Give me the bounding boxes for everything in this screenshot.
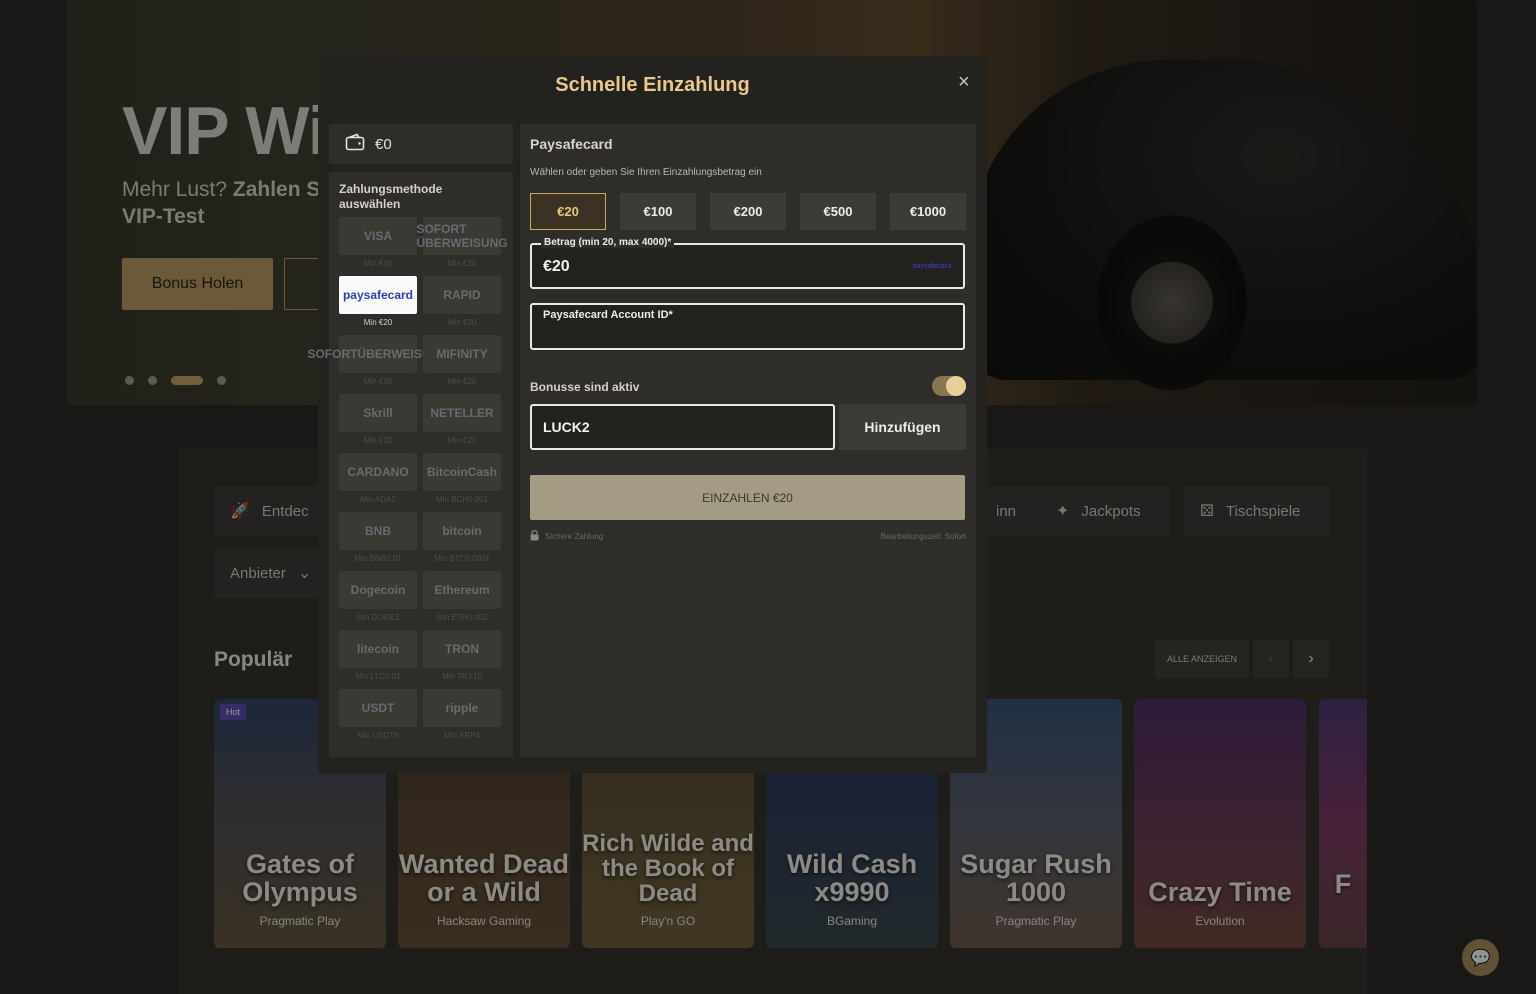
payment-method-min: Min €20 bbox=[447, 259, 477, 268]
payment-method-16[interactable]: USDT Min USDT5 bbox=[339, 689, 417, 748]
payment-method-logo[interactable]: Dogecoin bbox=[339, 571, 417, 609]
payment-method-10[interactable]: BNB Min BNB0.01 bbox=[339, 512, 417, 571]
payment-method-logo[interactable]: BNB bbox=[339, 512, 417, 550]
amount-presets: €20 €100 €200 €500 €1000 bbox=[530, 193, 966, 230]
payment-method-15[interactable]: TRON Min TRX10 bbox=[423, 630, 501, 689]
bonus-toggle[interactable] bbox=[932, 376, 966, 396]
promo-code-input[interactable]: LUCK2 bbox=[530, 404, 835, 450]
payment-method-logo[interactable]: CARDANO bbox=[339, 453, 417, 491]
payment-method-13[interactable]: Ethereum Min ETH0.002 bbox=[423, 571, 501, 630]
secure-payment-text: Sichere Zahlung bbox=[545, 532, 604, 541]
payment-method-min: Min BTC0.0001 bbox=[434, 554, 490, 563]
modal-title: Schnelle Einzahlung bbox=[555, 74, 750, 96]
amount-option-1000[interactable]: €1000 bbox=[890, 193, 966, 230]
amount-input[interactable]: Betrag (min 20, max 4000)* €20 paysafeca… bbox=[530, 237, 965, 289]
bonus-row: Bonusse sind aktiv bbox=[530, 376, 966, 398]
payment-method-17[interactable]: ripple Min XRP4 bbox=[423, 689, 501, 748]
payment-methods-grid: VISA Min €20 SOFORT ÜBERWEISUNG Min €20 pays… bbox=[307, 217, 508, 748]
payment-method-9[interactable]: BitcoinCash Min BCH0.001 bbox=[423, 453, 501, 512]
payment-method-8[interactable]: CARDANO Min ADA2 bbox=[339, 453, 417, 512]
payment-method-min: Min BCH0.001 bbox=[435, 495, 489, 504]
payment-form: Paysafecard Wählen oder geben Sie Ihren … bbox=[520, 124, 976, 757]
payment-method-min: Min €20 bbox=[363, 318, 393, 327]
account-id-label: Paysafecard Account ID* bbox=[543, 309, 673, 321]
methods-title: Zahlungsmethode auswählen bbox=[339, 182, 443, 211]
payment-methods-panel: Zahlungsmethode auswählen VISA Min €20 SOF… bbox=[307, 172, 513, 757]
payment-method-min: Min €20 bbox=[447, 436, 477, 445]
quick-deposit-modal: Schnelle Einzahlung × €0 Zahlungsmethode… bbox=[307, 56, 987, 773]
payment-method-min: Min ADA2 bbox=[360, 495, 396, 504]
payment-method-4[interactable]: SOFORTÜBERWEISUNG Min €20 bbox=[307, 335, 449, 394]
payment-method-logo[interactable]: USDT bbox=[339, 689, 417, 727]
payment-method-logo[interactable]: litecoin bbox=[339, 630, 417, 668]
balance-display: €0 bbox=[329, 124, 513, 164]
payment-method-min: Min ETH0.002 bbox=[436, 613, 488, 622]
amount-hint: Wählen oder geben Sie Ihren Einzahlungsb… bbox=[530, 167, 762, 178]
amount-option-20[interactable]: €20 bbox=[530, 193, 606, 230]
amount-option-500[interactable]: €500 bbox=[800, 193, 876, 230]
payment-method-min: Min BNB0.01 bbox=[354, 554, 402, 563]
payment-method-min: Min €20 bbox=[363, 259, 393, 268]
payment-method-min: Min TRX10 bbox=[442, 672, 482, 681]
payment-method-2[interactable]: paysafecard Min €20 bbox=[339, 276, 417, 335]
deposit-button[interactable]: EINZAHLEN €20 bbox=[530, 475, 965, 520]
payment-method-logo[interactable]: VISA bbox=[339, 217, 417, 255]
amount-option-200[interactable]: €200 bbox=[710, 193, 786, 230]
payment-method-6[interactable]: Skrill Min €20 bbox=[339, 394, 417, 453]
payment-method-logo[interactable]: TRON bbox=[423, 630, 501, 668]
payment-method-7[interactable]: NETELLER Min €20 bbox=[423, 394, 501, 453]
payment-method-logo[interactable]: BitcoinCash bbox=[423, 453, 501, 491]
payment-method-logo[interactable]: SOFORTÜBERWEISUNG bbox=[307, 335, 449, 373]
payment-method-min: Min XRP4 bbox=[443, 731, 480, 740]
payment-method-11[interactable]: bitcoin Min BTC0.0001 bbox=[423, 512, 501, 571]
payment-method-logo[interactable]: SOFORT ÜBERWEISUNG bbox=[416, 217, 508, 255]
payment-method-0[interactable]: VISA Min €20 bbox=[339, 217, 417, 276]
paysafecard-logo: paysafecard bbox=[912, 263, 951, 270]
add-promo-button[interactable]: Hinzufügen bbox=[839, 404, 966, 450]
payment-method-min: Min €20 bbox=[447, 318, 477, 327]
payment-method-min: Min €20 bbox=[363, 377, 393, 386]
account-id-input[interactable]: Paysafecard Account ID* bbox=[530, 303, 965, 350]
balance-value: €0 bbox=[375, 135, 392, 153]
payment-method-3[interactable]: RAPID Min €20 bbox=[423, 276, 501, 335]
close-icon[interactable]: × bbox=[958, 71, 970, 94]
payment-method-logo[interactable]: paysafecard bbox=[339, 276, 417, 314]
amount-option-100[interactable]: €100 bbox=[620, 193, 696, 230]
payment-method-logo[interactable]: MIFINITY bbox=[423, 335, 501, 373]
wallet-icon bbox=[345, 133, 365, 155]
payment-method-1[interactable]: SOFORT ÜBERWEISUNG Min €20 bbox=[416, 217, 508, 276]
payment-method-14[interactable]: litecoin Min LTC0.01 bbox=[339, 630, 417, 689]
payment-method-min: Min €20 bbox=[363, 436, 393, 445]
payment-method-logo[interactable]: RAPID bbox=[423, 276, 501, 314]
payment-method-min: Min USDT5 bbox=[357, 731, 399, 740]
payment-method-name: Paysafecard bbox=[530, 136, 613, 152]
payment-method-logo[interactable]: NETELLER bbox=[423, 394, 501, 432]
processing-time-text: Bearbeitungszeit: Sofort bbox=[880, 532, 966, 541]
lock-icon bbox=[530, 529, 539, 543]
payment-method-min: Min €20 bbox=[447, 377, 477, 386]
amount-value: €20 bbox=[543, 258, 570, 275]
payment-method-min: Min LTC0.01 bbox=[355, 672, 401, 681]
payment-method-logo[interactable]: ripple bbox=[423, 689, 501, 727]
payment-method-logo[interactable]: Ethereum bbox=[423, 571, 501, 609]
bonus-label: Bonusse sind aktiv bbox=[530, 380, 640, 394]
payment-method-min: Min DOGE1 bbox=[356, 613, 400, 622]
payment-method-12[interactable]: Dogecoin Min DOGE1 bbox=[339, 571, 417, 630]
payment-method-logo[interactable]: bitcoin bbox=[423, 512, 501, 550]
payment-method-5[interactable]: MIFINITY Min €20 bbox=[423, 335, 501, 394]
payment-method-logo[interactable]: Skrill bbox=[339, 394, 417, 432]
amount-label: Betrag (min 20, max 4000)* bbox=[541, 237, 675, 248]
